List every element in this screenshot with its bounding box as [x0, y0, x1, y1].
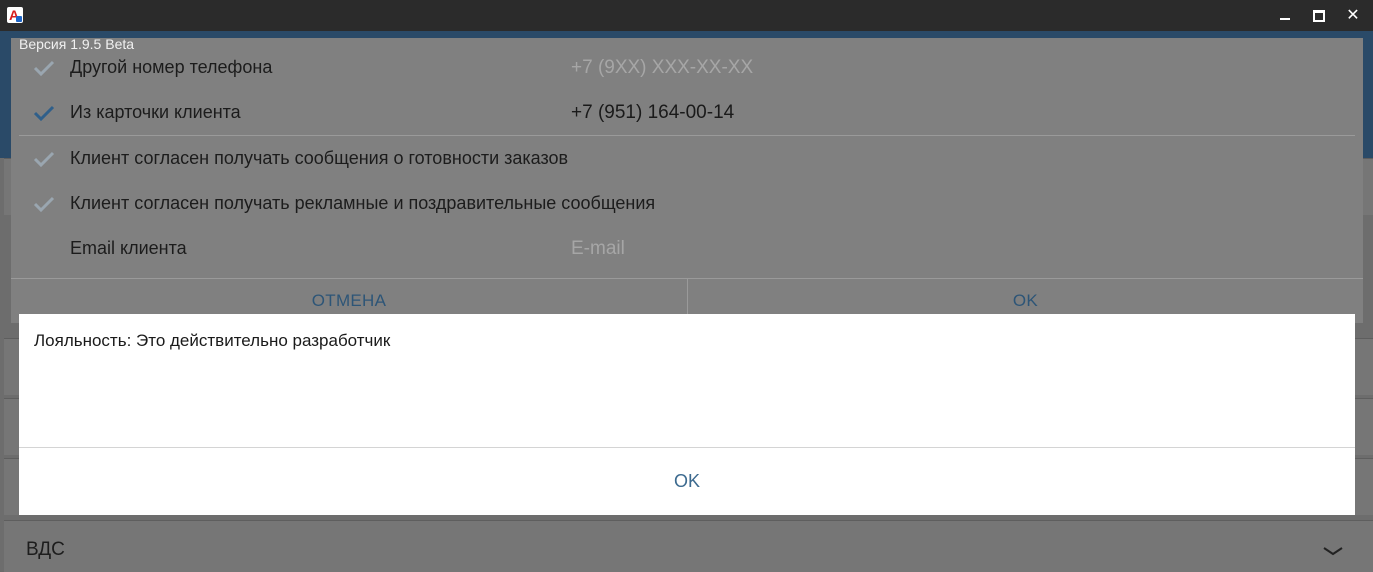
consent-order-ready[interactable]: Клиент согласен получать сообщения о гот…	[11, 137, 1363, 181]
window-title-bar: A ✕	[0, 0, 1373, 31]
maximize-icon	[1313, 10, 1325, 22]
vds-section-row[interactable]: ВДС	[4, 520, 1373, 572]
alert-message: Лояльность: Это действительно разработчи…	[34, 331, 391, 350]
loyalty-alert-dialog: Лояльность: Это действительно разработчи…	[19, 314, 1355, 515]
checkmark-icon	[33, 196, 55, 212]
checkmark-icon	[33, 60, 55, 76]
consent-label: Клиент согласен получать рекламные и поз…	[70, 193, 656, 213]
alert-ok-button[interactable]: OK	[19, 448, 1355, 515]
phone-number-input[interactable]: +7 (9XX) XXX-XX-XX	[571, 57, 753, 79]
checkmark-icon	[33, 105, 55, 121]
version-label: Версия 1.9.5 Beta	[19, 36, 135, 52]
minimize-icon	[1280, 18, 1290, 20]
vds-section-label: ВДС	[26, 539, 65, 560]
maximize-button[interactable]	[1307, 5, 1331, 27]
phone-number-value: +7 (951) 164-00-14	[571, 102, 735, 123]
divider	[19, 135, 1355, 136]
email-input[interactable]: E-mail	[571, 238, 625, 260]
consent-advertising[interactable]: Клиент согласен получать рекламные и поз…	[11, 182, 1363, 226]
phone-option-label: Из карточки клиента	[70, 102, 241, 122]
chevron-down-icon	[1323, 547, 1343, 556]
email-row: Email клиента E-mail	[11, 227, 1363, 271]
close-icon: ✕	[1346, 7, 1360, 24]
app-logo-icon: A	[7, 7, 23, 23]
consent-label: Клиент согласен получать сообщения о гот…	[70, 148, 569, 168]
phone-option-label: Другой номер телефона	[70, 57, 273, 77]
minimize-button[interactable]	[1273, 5, 1297, 27]
email-label: Email клиента	[70, 238, 187, 258]
phone-selection-dialog: Другой номер телефона +7 (9XX) XXX-XX-XX…	[11, 38, 1363, 324]
phone-option-other[interactable]: Другой номер телефона +7 (9XX) XXX-XX-XX	[11, 46, 1363, 90]
phone-option-client-card[interactable]: Из карточки клиента +7 (951) 164-00-14	[11, 91, 1363, 135]
checkmark-icon	[33, 151, 55, 167]
close-button[interactable]: ✕	[1341, 5, 1365, 27]
